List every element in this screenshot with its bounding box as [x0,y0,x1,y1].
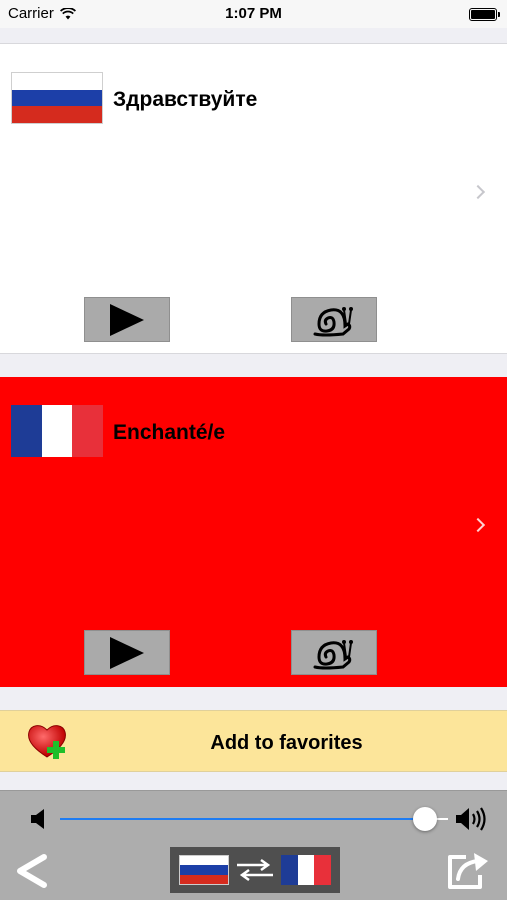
flag-stripe-white [297,855,315,885]
russia-flag-icon [179,855,229,885]
france-flag-icon [11,405,104,457]
target-slow-play-button[interactable] [291,630,377,675]
chevron-right-icon[interactable] [470,184,486,200]
flag-stripe-blue [180,865,228,875]
flag-stripe-blue [11,405,42,457]
target-play-button[interactable] [84,630,170,675]
battery-icon [469,8,500,21]
flag-stripe-blue [281,855,298,885]
add-to-favorites-label: Add to favorites [210,732,363,754]
flag-stripe-red [314,855,332,885]
flag-stripe-red [72,405,104,457]
flag-stripe-red [180,874,228,884]
bottom-toolbar [0,790,507,900]
volume-slider[interactable] [60,807,448,831]
top-spacer [0,28,507,44]
share-button[interactable] [446,849,492,891]
flag-stripe-white [12,73,102,90]
snail-icon [313,306,353,336]
volume-slider-thumb[interactable] [412,807,437,831]
add-to-favorites-button[interactable]: Add to favorites [0,710,507,772]
back-button[interactable] [12,849,52,893]
play-icon [110,636,144,669]
source-play-button[interactable] [84,297,170,342]
snail-icon [313,639,353,669]
chevron-right-icon[interactable] [470,517,486,533]
swap-languages-icon [237,858,273,882]
volume-slider-fill [60,818,425,820]
flag-stripe-white [180,856,228,866]
swap-languages-button[interactable] [170,847,340,893]
target-phrase-card[interactable]: Enchanté/e [0,377,507,687]
back-chevron-icon [17,854,47,888]
source-phrase-card[interactable]: Здравствуйте [0,44,507,354]
france-flag-icon [281,855,332,885]
flag-stripe-blue [12,89,102,107]
share-icon [448,853,488,889]
flag-stripe-white [41,405,73,457]
target-phrase-text: Enchanté/e [113,421,226,444]
volume-high-icon [456,807,486,831]
play-icon [110,303,144,336]
status-bar: Carrier 1:07 PM [0,0,507,28]
source-slow-play-button[interactable] [291,297,377,342]
source-phrase-text: Здравствуйте [113,88,258,111]
status-time: 1:07 PM [225,5,282,22]
flag-stripe-red [12,106,102,124]
russia-flag-icon [11,72,103,124]
volume-low-icon [31,809,44,829]
